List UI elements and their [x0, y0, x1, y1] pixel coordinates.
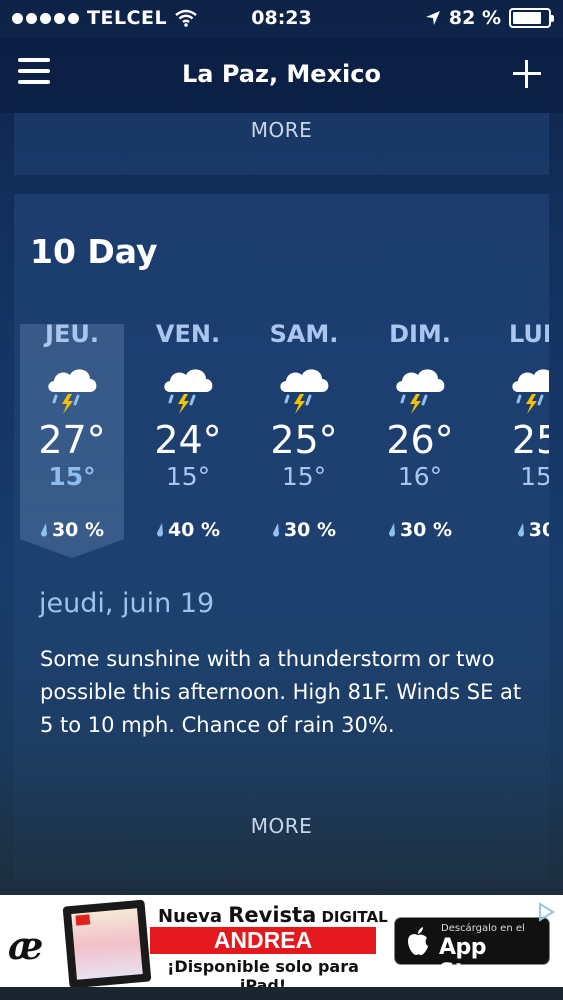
low-temp: 15° — [165, 462, 211, 491]
rain-percent: 30 % — [51, 519, 105, 541]
app-store-small-label: Descárgalo en el — [441, 923, 525, 934]
status-bar: TELCEL 08:23 82 % — [0, 0, 563, 38]
rain-chance: 30 — [484, 519, 549, 541]
day-column[interactable]: VEN. 24° 15° 40 % — [136, 316, 240, 541]
nav-bar: La Paz, Mexico — [0, 38, 563, 113]
high-temp: 27° — [38, 418, 106, 462]
ad-brand: ANDREA — [150, 927, 376, 954]
selected-date: jeudi, juin 19 — [39, 588, 215, 619]
day-label: SAM. — [269, 320, 339, 348]
ad-logo: æ — [8, 923, 44, 968]
low-temp: 16° — [397, 462, 443, 491]
thunderstorm-icon — [396, 369, 445, 414]
ad-headline-prefix: Nueva — [158, 906, 229, 927]
add-location-icon[interactable] — [513, 60, 541, 88]
low-temp: 15° — [281, 462, 327, 491]
ten-day-panel: 10 Day JEU. 27° 15° 30 % VEN. 24° 15° 40 % SAM. 2… — [14, 194, 549, 880]
raindrop-icon — [40, 523, 47, 537]
ten-day-row[interactable]: JEU. 27° 15° 30 % VEN. 24° 15° 40 % SAM. 25° 15° 30… — [14, 316, 549, 566]
day-label: DIM. — [389, 320, 451, 348]
status-right: 82 % — [425, 7, 554, 29]
ad-choices-icon[interactable] — [535, 901, 557, 923]
raindrop-icon — [272, 523, 279, 537]
ad-headline-suffix: DIGITAL — [316, 908, 388, 926]
rain-percent: 30 — [528, 519, 549, 541]
thunderstorm-icon — [48, 369, 97, 414]
bottom-strip — [0, 987, 563, 1000]
low-temp: 15 — [520, 462, 549, 491]
thunderstorm-icon — [164, 369, 213, 414]
raindrop-icon — [156, 523, 163, 537]
rain-chance: 40 % — [136, 519, 240, 541]
apple-icon — [408, 927, 428, 955]
location-arrow-icon — [425, 11, 440, 25]
ad-headline-bold: Revista — [228, 903, 317, 927]
day-column[interactable]: JEU. 27° 15° 30 % — [20, 316, 124, 541]
forecast-description: Some sunshine with a thunderstorm or two… — [40, 647, 522, 737]
ad-headline: Nueva Revista DIGITAL — [158, 903, 388, 927]
previous-panel: MORE — [14, 113, 549, 175]
magazine-cover-image — [62, 899, 152, 989]
battery-percent: 82 % — [448, 7, 501, 29]
location-title[interactable]: La Paz, Mexico — [0, 60, 563, 88]
more-button[interactable]: MORE — [14, 814, 549, 838]
rain-percent: 40 % — [167, 519, 221, 541]
day-label: VEN. — [155, 320, 221, 348]
day-column[interactable]: LUN 2515 30 — [484, 316, 549, 541]
battery-icon — [509, 8, 554, 28]
rain-percent: 30 % — [283, 519, 337, 541]
thunderstorm-icon — [512, 369, 549, 414]
rain-percent: 30 % — [399, 519, 453, 541]
day-label: JEU. — [45, 320, 99, 348]
day-column[interactable]: SAM. 25° 15° 30 % — [252, 316, 356, 541]
rain-chance: 30 % — [368, 519, 472, 541]
app-store-button[interactable]: Descárgalo en el App Store — [394, 917, 550, 985]
app-store-label: App Store — [439, 935, 504, 985]
rain-chance: 30 % — [252, 519, 356, 541]
raindrop-icon — [517, 523, 524, 537]
high-temp: 24° — [154, 418, 222, 462]
low-temp: 15° — [48, 462, 96, 491]
more-button[interactable]: MORE — [14, 118, 549, 142]
section-title: 10 Day — [30, 232, 158, 271]
raindrop-icon — [388, 523, 395, 537]
high-temp: 26° — [386, 418, 454, 462]
high-temp: 25 — [511, 418, 549, 462]
battery-fill — [513, 12, 541, 24]
rain-chance: 30 % — [20, 519, 124, 541]
thunderstorm-icon — [280, 369, 329, 414]
high-temp: 25° — [270, 418, 338, 462]
ad-banner[interactable]: æ Nueva Revista DIGITAL ANDREA ¡Disponib… — [0, 895, 563, 995]
day-column[interactable]: DIM. 26° 16° 30 % — [368, 316, 472, 541]
day-label: LUN — [508, 320, 549, 348]
